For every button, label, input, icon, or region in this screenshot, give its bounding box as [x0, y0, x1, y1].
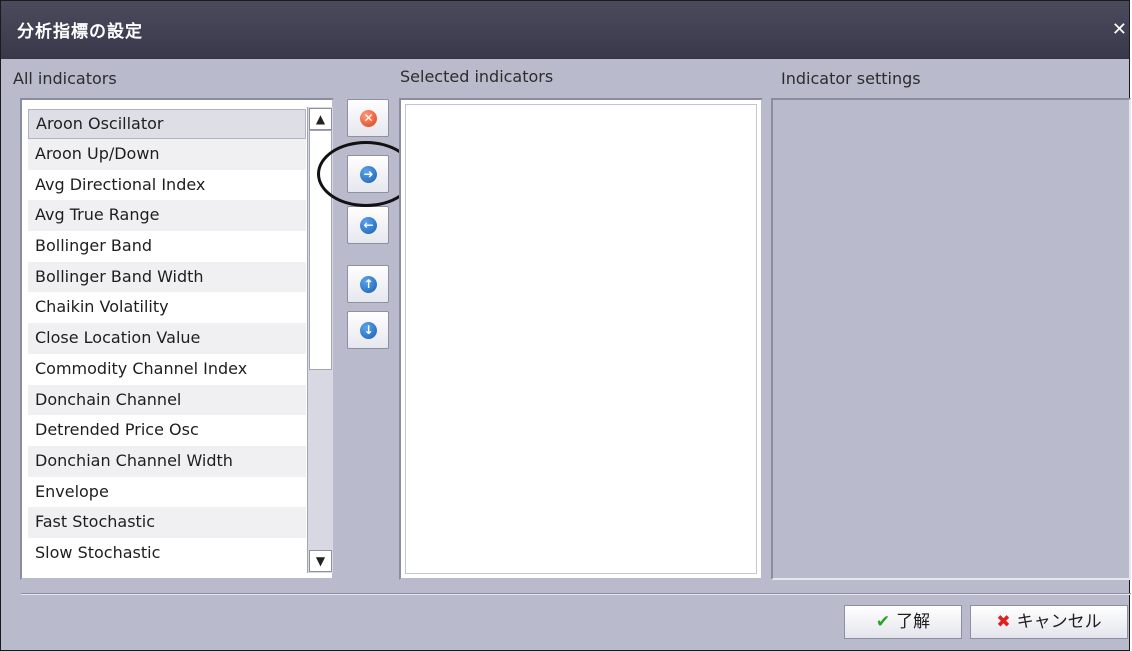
list-item[interactable]: Donchain Channel [28, 384, 306, 416]
remove-all-button[interactable]: ✕ [347, 99, 389, 137]
footer-divider [21, 593, 1131, 595]
list-item[interactable]: Avg Directional Index [28, 170, 306, 201]
selected-indicators-list[interactable] [399, 98, 763, 580]
indicator-settings-label: Indicator settings [781, 69, 921, 88]
ok-label: 了解 [896, 612, 931, 632]
move-up-button[interactable]: ↑ [347, 265, 389, 303]
cancel-label: キャンセル [1016, 612, 1102, 632]
list-item[interactable]: Chaikin Volatility [28, 292, 306, 323]
all-indicators-list[interactable]: Aroon Oscillator Aroon Up/Down Avg Directi… [20, 98, 334, 580]
cancel-button[interactable]: ✖ キャンセル [970, 605, 1128, 639]
list-item[interactable]: Slow Stochastic [28, 538, 306, 569]
list-item[interactable]: Commodity Channel Index [28, 354, 306, 385]
indicator-settings-dialog: 分析指標の設定 ✕ All indicators Selected indica… [0, 0, 1131, 651]
list-item[interactable]: Aroon Oscillator [28, 109, 306, 139]
cancel-x-icon: ✖ [996, 612, 1011, 632]
arrow-up-icon: ↑ [360, 276, 377, 293]
list-item[interactable]: Avg True Range [28, 200, 306, 232]
ok-button[interactable]: ✔ 了解 [844, 605, 962, 639]
remove-icon: ✕ [360, 110, 377, 127]
list-item[interactable]: Fast Stochastic [28, 507, 306, 538]
dialog-title: 分析指標の設定 [17, 22, 143, 42]
title-bar: 分析指標の設定 ✕ [1, 1, 1129, 59]
arrow-down-icon: ↓ [360, 322, 377, 339]
indicator-settings-panel [771, 98, 1131, 580]
list-item[interactable]: Bollinger Band Width [28, 261, 306, 293]
indicator-list-items: Aroon Oscillator Aroon Up/Down Avg Directi… [28, 109, 306, 569]
selected-indicators-label: Selected indicators [400, 67, 554, 86]
scroll-down-button[interactable]: ▼ [309, 550, 332, 572]
list-item[interactable]: Bollinger Band [28, 231, 306, 262]
close-icon[interactable]: ✕ [1112, 19, 1127, 40]
selected-list-area [405, 104, 757, 574]
list-item[interactable]: Donchian Channel Width [28, 445, 306, 477]
list-item[interactable]: Detrended Price Osc [28, 415, 306, 446]
list-item[interactable]: Aroon Up/Down [28, 139, 306, 170]
list-item[interactable]: Envelope [28, 477, 306, 508]
arrow-left-icon: ← [360, 217, 377, 234]
all-indicators-label: All indicators [13, 69, 117, 88]
move-down-button[interactable]: ↓ [347, 311, 389, 349]
list-item[interactable]: Close Location Value [28, 323, 306, 354]
check-icon: ✔ [875, 612, 891, 632]
scroll-up-button[interactable]: ▲ [309, 108, 332, 130]
remove-indicator-button[interactable]: ← [347, 206, 389, 244]
